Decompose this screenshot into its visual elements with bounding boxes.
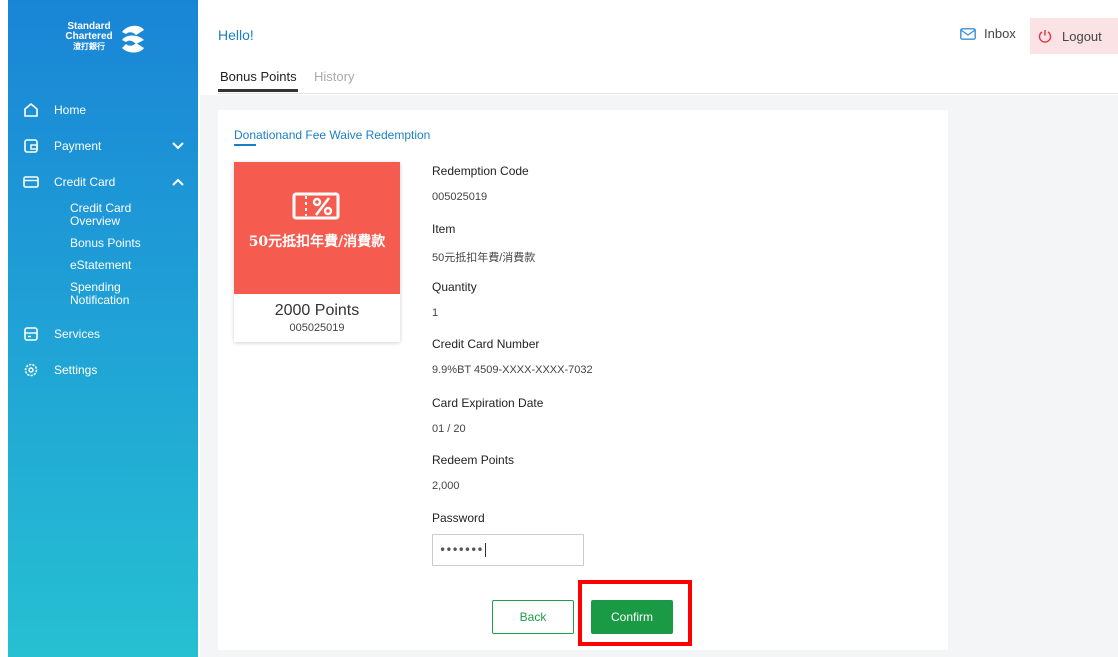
logo-line-2: Chartered bbox=[65, 31, 113, 42]
chevron-up-icon[interactable] bbox=[172, 177, 184, 187]
field-label: Card Expiration Date bbox=[432, 396, 544, 410]
tab-history[interactable]: History bbox=[314, 69, 354, 84]
field-label: Password bbox=[432, 511, 485, 525]
field-value: 9.9%BT 4509-XXXX-XXXX-7032 bbox=[432, 364, 593, 376]
wallet-icon bbox=[24, 139, 38, 153]
bank-logo-icon bbox=[122, 25, 144, 53]
tab-bar: Bonus Points History bbox=[218, 66, 1118, 94]
field-value: 2,000 bbox=[432, 480, 460, 492]
chevron-down-icon[interactable] bbox=[172, 141, 184, 151]
logo-line-3: 渣打銀行 bbox=[73, 42, 105, 51]
sidebar-item-label: Settings bbox=[54, 363, 98, 377]
power-icon bbox=[1038, 30, 1052, 43]
field-label: Credit Card Number bbox=[432, 337, 540, 351]
sidebar-nav: Home Payment Credit Card Credit Card Ove… bbox=[8, 92, 198, 388]
logout-button[interactable]: Logout bbox=[1030, 18, 1118, 54]
logo-text: Standard Chartered 渣打銀行 bbox=[64, 22, 114, 52]
gear-icon bbox=[24, 363, 38, 377]
field-card-expiration-date: Card Expiration Date 01 / 20 bbox=[432, 396, 543, 435]
field-value: 1 bbox=[432, 307, 439, 319]
field-value: 01 / 20 bbox=[432, 423, 466, 435]
submenu-item-bonus-points[interactable]: Bonus Points bbox=[70, 237, 198, 250]
section-title: Donationand Fee Waive Redemption bbox=[234, 128, 431, 142]
password-value: ••••••• bbox=[439, 543, 484, 557]
field-label: Item bbox=[432, 222, 456, 236]
field-password: Password bbox=[432, 511, 485, 525]
field-redeem-points: Redeem Points 2,000 bbox=[432, 453, 514, 492]
sidebar-item-payment[interactable]: Payment bbox=[8, 128, 198, 164]
field-value: 005025019 bbox=[432, 191, 488, 203]
field-label: Redeem Points bbox=[432, 453, 515, 467]
credit-card-submenu: Credit Card Overview Bonus Points eState… bbox=[8, 202, 198, 307]
tab-bonus-points[interactable]: Bonus Points bbox=[220, 69, 297, 84]
home-icon bbox=[24, 102, 38, 117]
field-redemption-code: Redemption Code 005025019 bbox=[432, 164, 529, 203]
logout-label: Logout bbox=[1062, 28, 1102, 44]
sidebar: Standard Chartered 渣打銀行 Home Payment Cre… bbox=[8, 0, 198, 657]
bank-logo[interactable]: Standard Chartered 渣打銀行 bbox=[64, 18, 154, 68]
voucher-code: 005025019 bbox=[289, 322, 345, 334]
text-cursor bbox=[484, 543, 486, 557]
mail-icon bbox=[960, 27, 976, 40]
field-value: 50元抵扣年費/消費款 bbox=[432, 252, 536, 264]
voucher-banner: 50元抵扣年費/消費款 bbox=[234, 162, 400, 294]
sidebar-item-credit-card[interactable]: Credit Card bbox=[8, 164, 198, 200]
section-title-underline bbox=[234, 144, 256, 146]
sidebar-item-label: Home bbox=[54, 103, 87, 117]
active-tab-indicator bbox=[218, 89, 298, 92]
submenu-item-credit-card-overview[interactable]: Credit Card Overview bbox=[70, 202, 150, 228]
inbox-button[interactable]: Inbox bbox=[960, 26, 1016, 41]
submenu-item-spending-notification[interactable]: Spending Notification bbox=[70, 281, 150, 307]
sidebar-item-settings[interactable]: Settings bbox=[8, 352, 198, 388]
field-quantity: Quantity 1 bbox=[432, 280, 477, 319]
greeting: Hello! bbox=[218, 27, 254, 43]
voucher-name: 50元抵扣年費/消費款 bbox=[248, 234, 386, 250]
submenu-item-estatement[interactable]: eStatement bbox=[70, 259, 198, 272]
sidebar-item-home[interactable]: Home bbox=[8, 92, 198, 128]
password-input[interactable]: ••••••• bbox=[432, 534, 584, 566]
inbox-label: Inbox bbox=[984, 26, 1016, 41]
sidebar-item-label: Credit Card bbox=[54, 175, 116, 189]
confirm-highlight-box bbox=[578, 580, 692, 646]
voucher-card: 50元抵扣年費/消費款 2000 Points 005025019 bbox=[234, 162, 400, 342]
services-icon bbox=[24, 327, 38, 341]
coupon-percent-icon bbox=[292, 192, 340, 220]
sidebar-item-services[interactable]: Services bbox=[8, 316, 198, 352]
field-item: Item 50元抵扣年費/消費款 bbox=[432, 222, 535, 265]
voucher-points: 2000 Points bbox=[274, 302, 360, 319]
back-button[interactable]: Back bbox=[492, 600, 574, 634]
field-label: Redemption Code bbox=[432, 164, 529, 178]
sidebar-item-label: Payment bbox=[54, 139, 102, 153]
field-credit-card-number: Credit Card Number 9.9%BT 4509-XXXX-XXXX… bbox=[432, 337, 593, 376]
field-label: Quantity bbox=[432, 280, 477, 294]
credit-card-icon bbox=[23, 176, 39, 188]
sidebar-item-label: Services bbox=[54, 327, 101, 341]
